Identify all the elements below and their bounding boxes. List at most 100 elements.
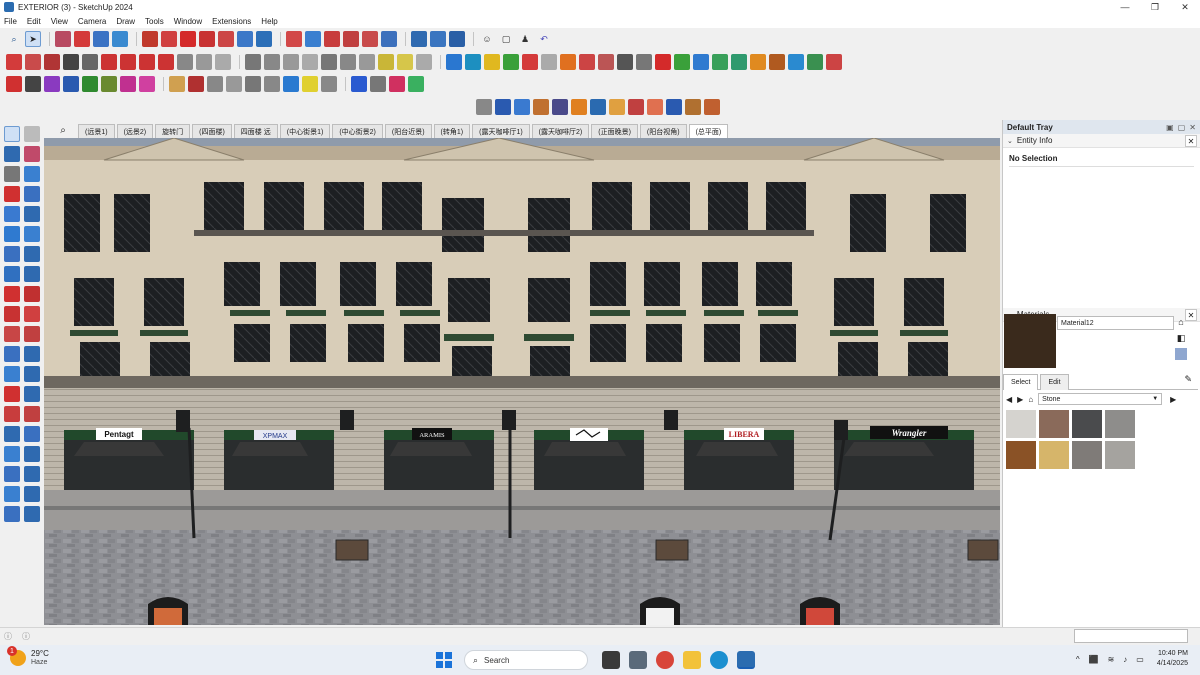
push-pull-tool-icon[interactable] [24, 286, 40, 302]
select-icon[interactable] [4, 126, 20, 142]
look-around-icon[interactable] [4, 486, 20, 502]
select-tool-icon[interactable]: ➤ [25, 31, 41, 47]
draw-curve-icon[interactable] [321, 76, 337, 92]
orbit-icon[interactable] [324, 31, 340, 47]
lasso-select-icon[interactable] [24, 126, 40, 142]
lasso-icon[interactable] [169, 76, 185, 92]
cube-teal-icon[interactable] [465, 54, 481, 70]
weather-widget[interactable]: 1 29°C Haze [7, 646, 49, 667]
scene-tab[interactable]: 四面楼 远 [233, 124, 278, 138]
split-icon[interactable] [514, 99, 530, 115]
circle-tool-icon[interactable] [4, 226, 20, 242]
three-point-arc-icon[interactable] [4, 266, 20, 282]
flag-icon[interactable] [647, 99, 663, 115]
move-tool-icon[interactable] [4, 286, 20, 302]
round-corner-icon[interactable] [245, 54, 261, 70]
array-icon[interactable] [389, 76, 405, 92]
home-icon[interactable]: ⌂ [1028, 395, 1033, 404]
create-material-icon[interactable]: ◧ [1175, 332, 1187, 344]
stamp-icon[interactable] [4, 166, 20, 182]
bevel-icon[interactable] [302, 54, 318, 70]
plus-icon[interactable] [655, 54, 671, 70]
rotated-rect-icon[interactable] [24, 206, 40, 222]
undo-icon[interactable]: ↶ [536, 31, 552, 47]
edge-icon[interactable] [710, 651, 728, 669]
scale-icon[interactable] [218, 31, 234, 47]
menu-edit[interactable]: Edit [27, 17, 41, 26]
menu-file[interactable]: File [4, 17, 17, 26]
push-pull-icon[interactable] [142, 31, 158, 47]
wall-icon[interactable] [609, 99, 625, 115]
window-frame-icon[interactable] [598, 54, 614, 70]
clip-icon[interactable] [826, 54, 842, 70]
tray-pin-icon[interactable]: ▣ [1166, 123, 1174, 132]
taskbar-clock[interactable]: 10:40 PM 4/14/2025 [1157, 649, 1188, 669]
eraser-tool-icon[interactable] [24, 146, 40, 162]
scene-tab[interactable]: (四面楼) [192, 124, 232, 138]
material-swatch[interactable] [1039, 410, 1069, 438]
scene-tab[interactable]: (阳台视角) [639, 124, 687, 138]
menu-tools[interactable]: Tools [145, 17, 164, 26]
terrain-icon[interactable] [24, 506, 40, 522]
previous-view-icon[interactable] [24, 446, 40, 462]
entity-info-header[interactable]: ⌄ Entity Info ✕ [1003, 134, 1200, 148]
scale-tool-icon[interactable] [4, 326, 20, 342]
cube-green-icon[interactable] [503, 54, 519, 70]
paint-icon[interactable] [4, 146, 20, 162]
pyramid-icon[interactable] [731, 54, 747, 70]
pie-icon[interactable] [24, 246, 40, 262]
dimension-icon[interactable] [24, 346, 40, 362]
close-icon[interactable]: ✕ [1185, 135, 1197, 147]
sketchup-taskbar-icon[interactable] [737, 651, 755, 669]
maximize-button[interactable]: ❐ [1140, 0, 1170, 14]
loft-icon[interactable] [378, 54, 394, 70]
new-file-icon[interactable]: ▢ [498, 31, 514, 47]
styles-icon[interactable] [449, 31, 465, 47]
cube-yellow-icon[interactable] [484, 54, 500, 70]
tile-icon[interactable] [807, 54, 823, 70]
menu-help[interactable]: Help [261, 17, 277, 26]
parallelogram-icon[interactable] [264, 76, 280, 92]
sample-material-icon[interactable] [1175, 348, 1187, 360]
cube-green-dark-icon[interactable] [82, 76, 98, 92]
section-plane-icon[interactable] [286, 31, 302, 47]
measurements-box[interactable] [1074, 629, 1188, 643]
move-icon[interactable] [180, 31, 196, 47]
extension-e-icon[interactable] [101, 54, 117, 70]
tape-measure-icon[interactable] [256, 31, 272, 47]
ring-icon[interactable] [750, 54, 766, 70]
menu-camera[interactable]: Camera [78, 17, 106, 26]
extension-x-icon[interactable] [158, 54, 174, 70]
scene-tab[interactable]: (远景1) [78, 124, 115, 138]
user-account-icon[interactable]: ☺ [479, 31, 495, 47]
two-point-arc-icon[interactable] [24, 266, 40, 282]
tray-restore-icon[interactable]: ▢ [1178, 123, 1186, 132]
menu-window[interactable]: Window [174, 17, 202, 26]
joint-push-pull-icon[interactable] [321, 54, 337, 70]
arrow-up-icon[interactable] [6, 76, 22, 92]
menu-extensions[interactable]: Extensions [212, 17, 251, 26]
material-name-field[interactable]: Material12 [1057, 316, 1174, 330]
credits-icon[interactable]: ⓘ [22, 631, 30, 642]
roof-icon[interactable] [628, 99, 644, 115]
lemon-icon[interactable] [302, 76, 318, 92]
stairs-icon[interactable] [636, 54, 652, 70]
torus-icon[interactable] [560, 54, 576, 70]
paint-bucket-icon[interactable] [305, 31, 321, 47]
gear-icon[interactable] [617, 54, 633, 70]
scene-tab[interactable]: (中心街景2) [332, 124, 383, 138]
scene-tab[interactable]: (露天咖啡厅2) [531, 124, 590, 138]
tools-icon[interactable] [666, 99, 682, 115]
sandbox-icon[interactable] [4, 506, 20, 522]
vector-push-pull-icon[interactable] [359, 54, 375, 70]
freehand-icon[interactable] [24, 186, 40, 202]
position-camera-icon[interactable] [4, 466, 20, 482]
subdivide-icon[interactable] [177, 54, 193, 70]
cube-gray-icon[interactable] [541, 54, 557, 70]
rotate-tool-icon[interactable] [4, 306, 20, 322]
zoom-tool-icon[interactable] [4, 426, 20, 442]
building-icon[interactable] [590, 99, 606, 115]
cube-red-icon[interactable] [522, 54, 538, 70]
material-swatch[interactable] [1072, 410, 1102, 438]
chrome-icon[interactable] [656, 651, 674, 669]
